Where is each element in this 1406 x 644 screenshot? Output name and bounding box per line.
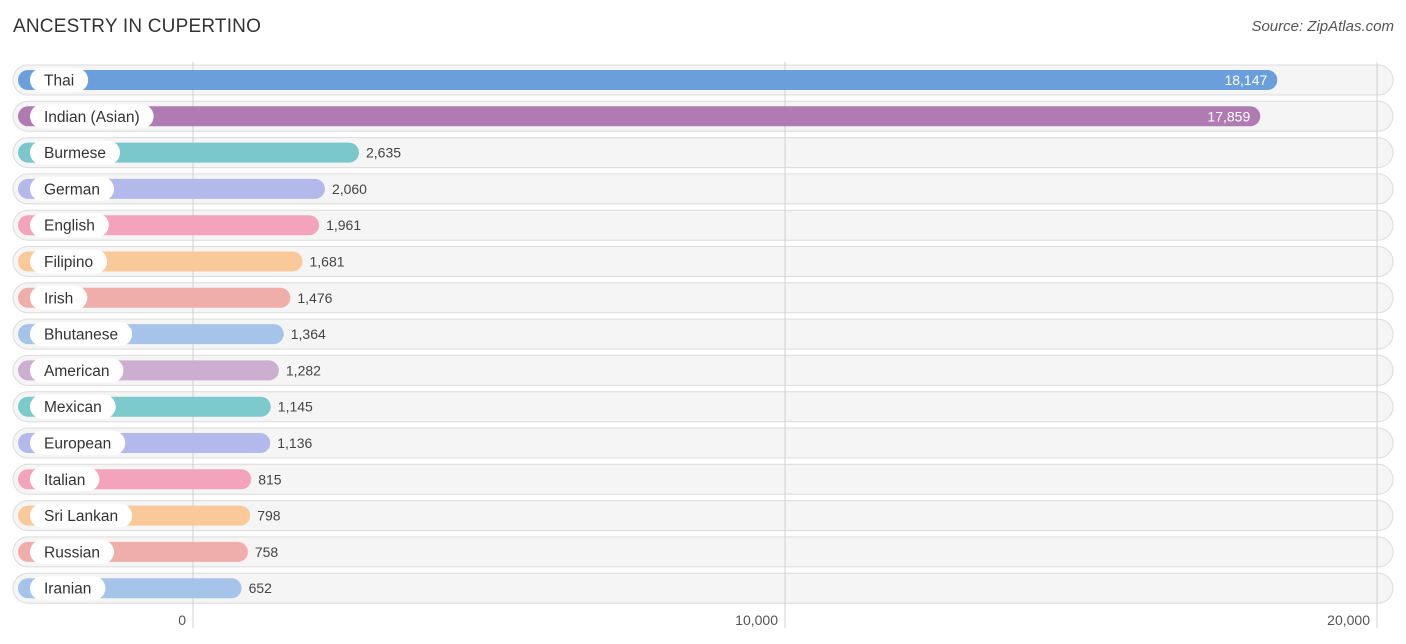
category-label: Bhutanese (44, 327, 118, 344)
bar-row: Iranian 652 (18, 576, 273, 601)
value-label: 1,681 (310, 254, 345, 270)
value-label: 815 (258, 471, 282, 487)
category-label: Burmese (44, 145, 106, 162)
value-label: 1,136 (277, 435, 312, 451)
value-label: 18,147 (1224, 72, 1267, 88)
x-tick-label: 10,000 (735, 612, 778, 628)
bar-row: Sri Lankan 798 (18, 503, 281, 528)
category-label: Irish (44, 290, 73, 307)
value-label: 758 (255, 544, 279, 560)
category-label: Italian (44, 472, 85, 489)
bar-row: Indian (Asian) 17,859 (18, 104, 1261, 129)
value-label: 1,145 (278, 399, 313, 415)
bar (18, 106, 1261, 127)
bar-row: Filipino 1,681 (18, 249, 345, 274)
bar (18, 70, 1278, 90)
bar-row: Burmese 2,635 (18, 140, 401, 165)
value-label: 1,282 (286, 362, 321, 378)
bar-row: Irish 1,476 (18, 285, 333, 310)
value-label: 2,635 (366, 145, 401, 161)
value-label: 17,859 (1207, 108, 1250, 124)
value-label: 1,476 (297, 290, 332, 306)
bar-row: Thai 18,147 (18, 68, 1278, 92)
value-label: 652 (249, 580, 273, 596)
category-label: American (44, 363, 109, 380)
value-label: 2,060 (332, 181, 367, 197)
category-label: Iranian (44, 581, 91, 598)
category-label: Filipino (44, 254, 93, 271)
value-label: 798 (257, 508, 281, 524)
x-tick-label: 0 (178, 612, 186, 628)
value-label: 1,961 (326, 217, 361, 233)
category-label: German (44, 181, 100, 198)
category-label: English (44, 218, 95, 235)
category-label: European (44, 436, 111, 453)
bar-row: Russian 758 (18, 539, 279, 564)
bar-row: English 1,961 (18, 213, 361, 238)
category-label: Mexican (44, 399, 102, 416)
category-label: Sri Lankan (44, 508, 118, 525)
x-tick-label: 20,000 (1327, 612, 1370, 628)
bar-row: German 2,060 (18, 176, 367, 201)
bar-chart: Thai 18,147 Indian (Asian) 17,859 Burmese 2,6… (12, 62, 1394, 628)
category-label: Indian (Asian) (44, 109, 140, 126)
bar-row: Italian 815 (18, 467, 282, 492)
value-label: 1,364 (291, 326, 326, 342)
category-label: Thai (44, 73, 74, 90)
category-label: Russian (44, 544, 100, 561)
